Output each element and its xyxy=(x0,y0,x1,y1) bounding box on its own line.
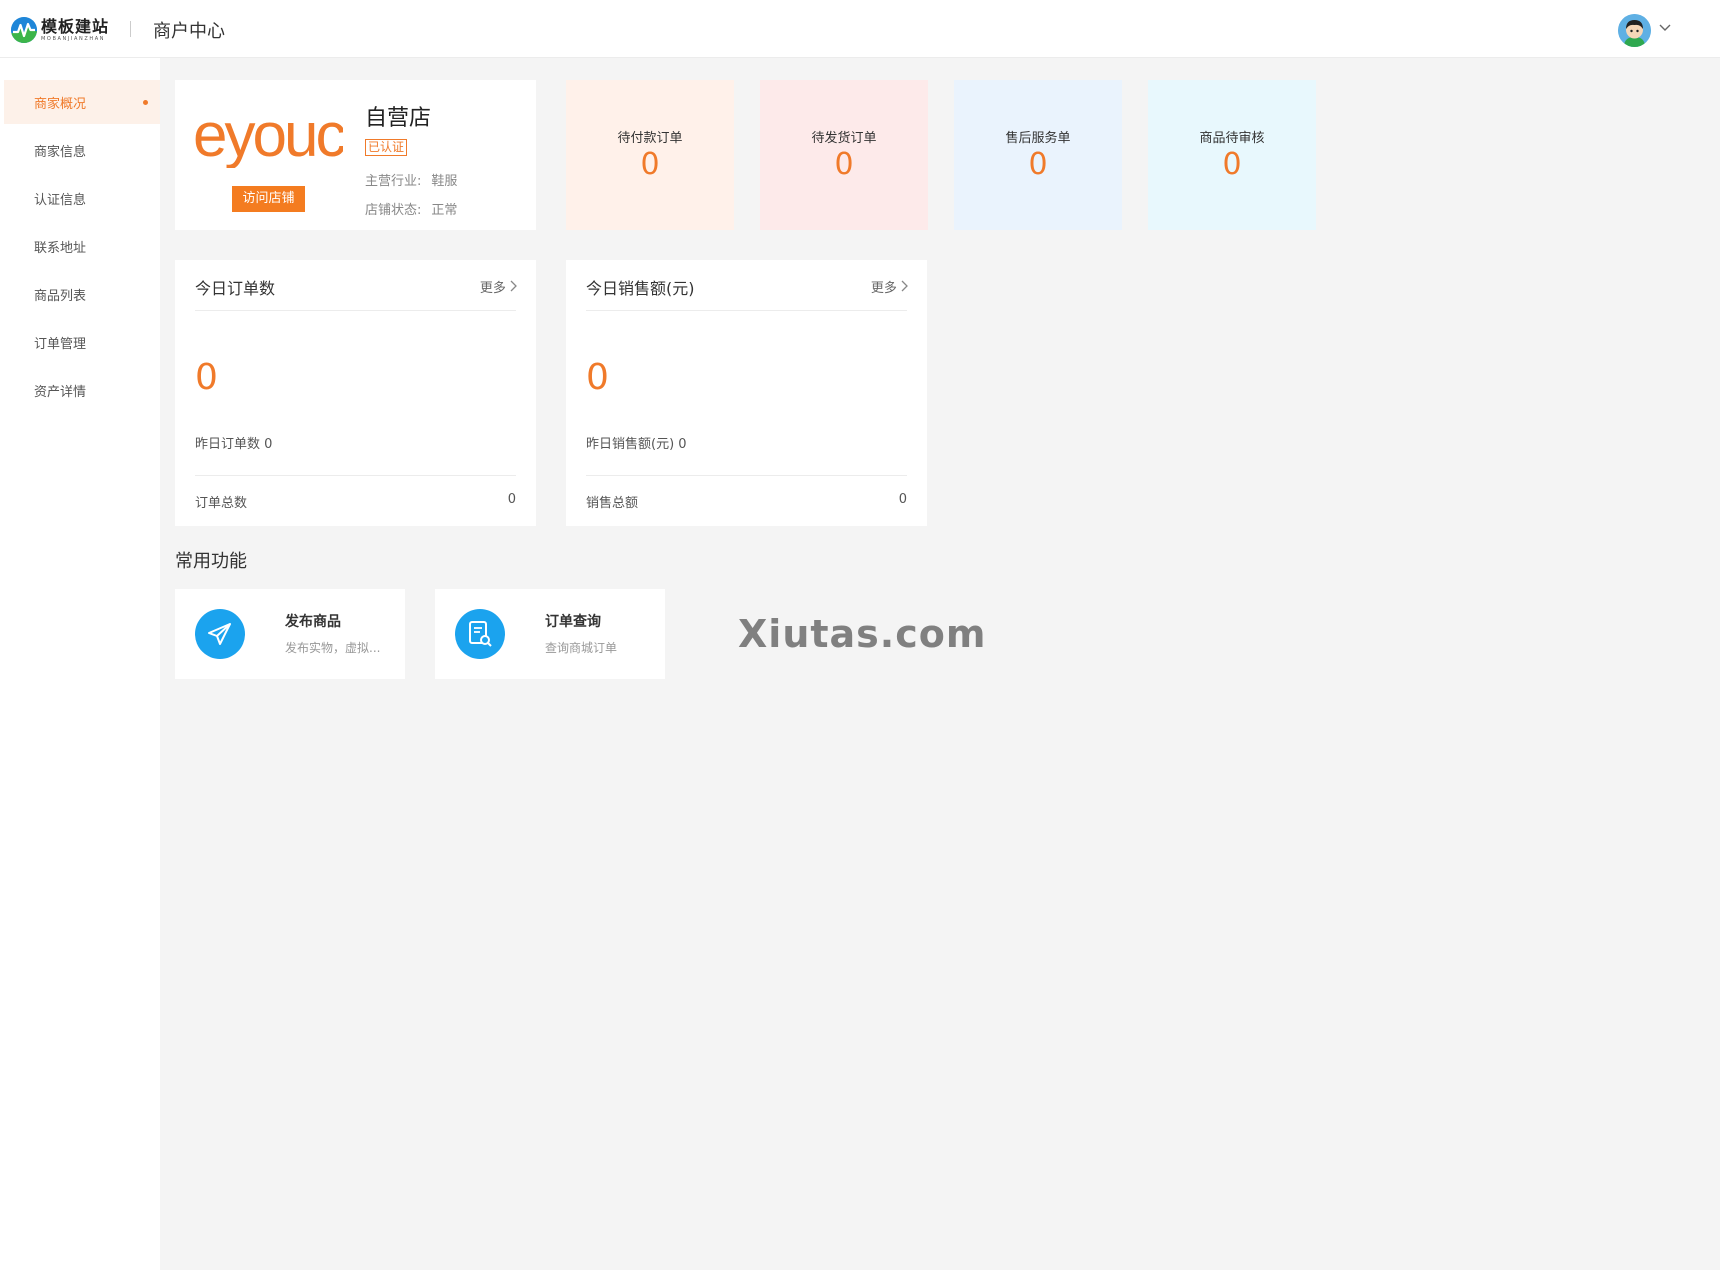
stat-value: 0 xyxy=(1028,147,1048,182)
sidebar-item-address[interactable]: 联系地址 xyxy=(4,224,160,268)
status-label: 店铺状态: xyxy=(365,203,422,218)
logo-text: 模板建站 xyxy=(41,17,110,36)
paper-plane-icon xyxy=(195,609,245,659)
user-avatar[interactable] xyxy=(1618,14,1651,47)
shop-name: 自营店 xyxy=(365,106,432,131)
shop-logo: eyoucms xyxy=(193,98,424,170)
function-desc: 查询商城订单 xyxy=(545,641,618,655)
shop-logo-text: eyoucms xyxy=(193,101,343,168)
yesterday-orders: 昨日订单数 0 xyxy=(195,437,273,452)
today-orders-panel: 今日订单数 更多 0 昨日订单数 0 订单总数 0 xyxy=(175,260,536,526)
publish-product-card[interactable]: 发布商品 发布实物，虚拟... xyxy=(175,589,405,679)
stat-label: 待发货订单 xyxy=(811,131,877,146)
stat-pending-shipment[interactable]: 待发货订单 0 xyxy=(760,80,928,230)
active-dot-icon xyxy=(143,100,148,105)
page-title: 商户中心 xyxy=(153,21,225,42)
shop-status: 店铺状态: 正常 xyxy=(365,199,457,218)
sidebar-item-certification[interactable]: 认证信息 xyxy=(4,176,160,220)
divider xyxy=(586,310,907,311)
sidebar: 商家概况 商家信息 认证信息 联系地址 商品列表 订单管理 资产详情 xyxy=(0,58,160,1270)
sidebar-item-label: 订单管理 xyxy=(34,336,87,352)
logo-mark-icon xyxy=(11,17,37,43)
stat-label: 待付款订单 xyxy=(617,131,683,146)
stat-pending-review[interactable]: 商品待审核 0 xyxy=(1148,80,1316,230)
sidebar-item-label: 联系地址 xyxy=(34,240,87,256)
order-query-card[interactable]: 订单查询 查询商城订单 xyxy=(435,589,665,679)
stat-label: 商品待审核 xyxy=(1199,131,1265,146)
more-label: 更多 xyxy=(870,281,897,296)
header-divider xyxy=(130,21,131,37)
industry-label: 主营行业: xyxy=(365,174,422,189)
more-link[interactable]: 更多 xyxy=(871,277,909,296)
today-orders-value: 0 xyxy=(195,357,218,398)
chevron-down-icon[interactable] xyxy=(1659,24,1671,35)
chevron-right-icon xyxy=(510,280,517,292)
sidebar-item-overview[interactable]: 商家概况 xyxy=(4,80,160,124)
stat-pending-payment[interactable]: 待付款订单 0 xyxy=(566,80,734,230)
industry-value: 鞋服 xyxy=(431,174,458,189)
more-link[interactable]: 更多 xyxy=(480,277,518,296)
stat-after-sales[interactable]: 售后服务单 0 xyxy=(954,80,1122,230)
sidebar-item-orders[interactable]: 订单管理 xyxy=(4,320,160,364)
sidebar-item-label: 认证信息 xyxy=(34,192,87,208)
divider xyxy=(195,310,516,311)
chevron-right-icon xyxy=(901,280,908,292)
sidebar-item-label: 商家信息 xyxy=(34,144,87,160)
function-desc: 发布实物，虚拟... xyxy=(285,641,381,655)
sidebar-item-merchant-info[interactable]: 商家信息 xyxy=(4,128,160,172)
sidebar-item-label: 商家概况 xyxy=(34,96,87,112)
shop-card: eyoucms 访问店铺 自营店 已认证 主营行业: 鞋服 店铺状态: 正常 xyxy=(175,80,536,230)
divider xyxy=(195,475,516,476)
total-orders-label: 订单总数 xyxy=(195,496,248,511)
logo-subtext: MOBANJIANZHAN xyxy=(41,36,106,42)
function-title: 订单查询 xyxy=(545,614,601,630)
more-label: 更多 xyxy=(479,281,506,296)
document-search-icon xyxy=(455,609,505,659)
stat-value: 0 xyxy=(834,147,854,182)
stat-label: 售后服务单 xyxy=(1005,131,1071,146)
panel-title: 今日销售额(元) xyxy=(586,279,695,298)
visit-shop-button[interactable]: 访问店铺 xyxy=(232,186,305,212)
total-orders-value: 0 xyxy=(507,492,516,507)
site-logo[interactable]: 模板建站 MOBANJIANZHAN xyxy=(11,15,109,45)
total-sales-label: 销售总额 xyxy=(586,496,639,511)
common-functions-title: 常用功能 xyxy=(175,551,247,572)
sidebar-item-products[interactable]: 商品列表 xyxy=(4,272,160,316)
today-sales-panel: 今日销售额(元) 更多 0 昨日销售额(元) 0 销售总额 0 xyxy=(566,260,927,526)
panel-title: 今日订单数 xyxy=(195,279,276,298)
today-sales-value: 0 xyxy=(586,357,609,398)
sidebar-item-assets[interactable]: 资产详情 xyxy=(4,368,160,412)
status-value: 正常 xyxy=(431,203,458,218)
yesterday-sales: 昨日销售额(元) 0 xyxy=(586,437,687,452)
sidebar-item-label: 资产详情 xyxy=(34,384,87,400)
divider xyxy=(586,475,907,476)
top-header: 模板建站 MOBANJIANZHAN 商户中心 xyxy=(0,0,1720,58)
stat-value: 0 xyxy=(640,147,660,182)
sidebar-item-label: 商品列表 xyxy=(34,288,87,304)
verified-badge: 已认证 xyxy=(365,139,408,156)
stat-value: 0 xyxy=(1222,147,1242,182)
function-title: 发布商品 xyxy=(285,614,341,630)
total-sales-value: 0 xyxy=(898,492,907,507)
shop-industry: 主营行业: 鞋服 xyxy=(365,170,457,189)
watermark: Xiutas.com xyxy=(738,612,987,656)
